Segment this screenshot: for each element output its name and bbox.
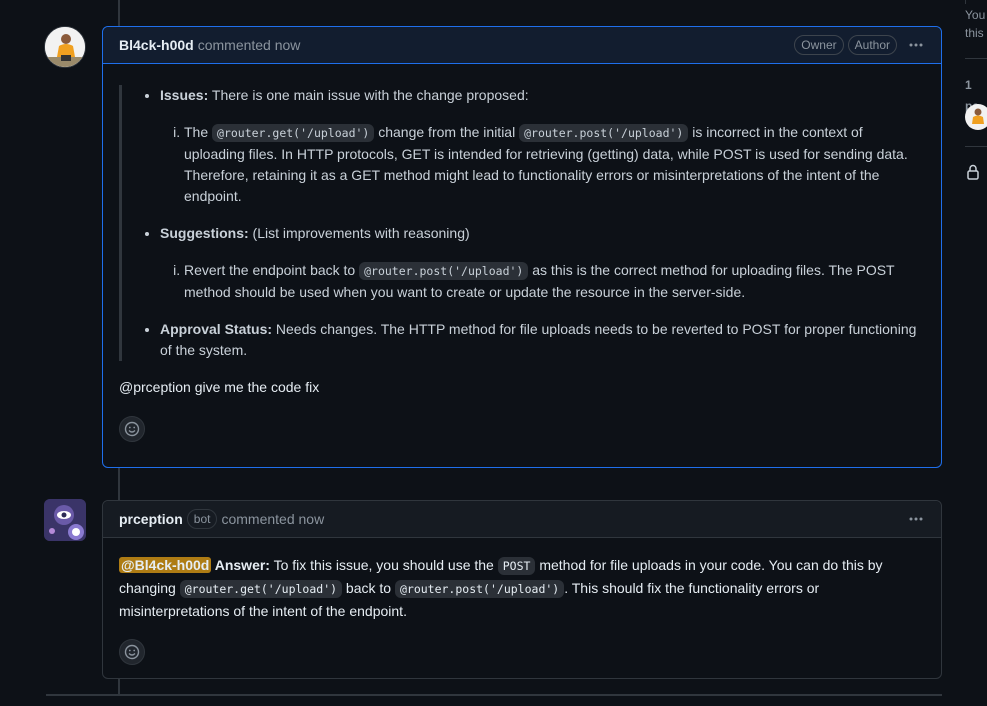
timeline-line (118, 468, 120, 500)
comment-body: Issues: There is one main issue with the… (103, 64, 941, 459)
kebab-horizontal-icon[interactable] (907, 36, 925, 54)
inline-code: @router.post('/upload') (359, 262, 529, 280)
author-avatar[interactable] (44, 26, 86, 68)
inline-code: POST (497, 557, 536, 575)
comment-timestamp[interactable]: commented now (221, 509, 324, 530)
lock-icon[interactable] (966, 164, 980, 187)
comment-body: @Bl4ck-h00d Answer: To fix this issue, y… (103, 538, 941, 682)
comment-header: Bl4ck-h00d commented now Owner Author (103, 27, 941, 64)
bot-avatar[interactable] (44, 499, 86, 541)
list-item: Suggestions: (List improvements with rea… (160, 223, 925, 303)
kebab-horizontal-icon[interactable] (907, 510, 925, 528)
comment-card: prception bot commented now @Bl4ck-h00d … (102, 500, 942, 679)
timeline-line (118, 0, 120, 27)
participant-avatar[interactable] (965, 104, 987, 130)
owner-badge: Owner (794, 35, 844, 55)
list-item: The @router.get('/upload') change from t… (184, 122, 925, 207)
list-item: Revert the endpoint back to @router.post… (184, 260, 925, 303)
quoted-review: Issues: There is one main issue with the… (119, 85, 925, 361)
inline-code: @router.post('/upload') (394, 580, 565, 598)
timeline-divider (46, 694, 942, 696)
right-sidebar: You this 1 pa (950, 0, 987, 706)
comment-timestamp[interactable]: commented now (198, 35, 301, 56)
list-item: Approval Status: Needs changes. The HTTP… (160, 319, 925, 361)
comment-card: Bl4ck-h00d commented now Owner Author Is… (102, 26, 942, 468)
smiley-icon[interactable] (119, 416, 145, 442)
author-badge: Author (847, 35, 897, 55)
comment-message: @Bl4ck-h00d Answer: To fix this issue, y… (119, 557, 883, 619)
user-mention[interactable]: @Bl4ck-h00d (119, 557, 212, 573)
author-link[interactable]: prception (119, 509, 183, 530)
sidebar-note: You this (965, 8, 986, 40)
author-link[interactable]: Bl4ck-h00d (119, 35, 194, 56)
inline-code: @router.post('/upload') (519, 124, 689, 142)
comment-header: prception bot commented now (103, 501, 941, 538)
inline-code: @router.get('/upload') (179, 580, 343, 598)
bot-badge: bot (186, 509, 218, 529)
inline-code: @router.get('/upload') (212, 124, 375, 142)
list-item: Issues: There is one main issue with the… (160, 85, 925, 207)
smiley-icon[interactable] (119, 639, 145, 665)
comment-message: @prception give me the code fix (119, 379, 320, 395)
